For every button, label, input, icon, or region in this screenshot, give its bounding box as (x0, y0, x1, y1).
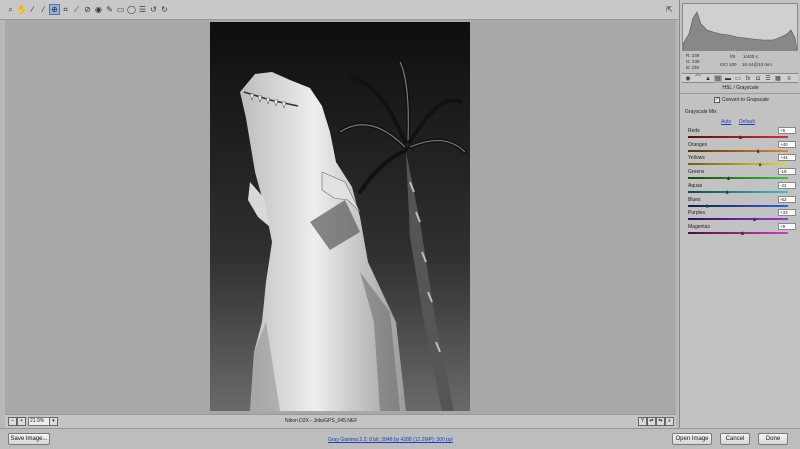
slider-value-field[interactable]: +9 (778, 222, 796, 230)
slider-label: Purples (688, 210, 705, 217)
adjustment-brush-icon[interactable]: ✎ (104, 4, 115, 15)
effects-tab-icon[interactable]: fx (744, 75, 752, 83)
graduated-filter-icon[interactable]: ▭ (115, 4, 126, 15)
zoom-level[interactable]: 21.9% (28, 417, 50, 426)
color-sampler-icon[interactable]: ⁄ (38, 4, 49, 15)
panel-tabs: ◉ ⌒ ▲ ▤ ▬ ▭ fx ◘ ☰ ▦ ≡ (682, 73, 798, 83)
workflow-options-link[interactable]: Gray Gamma 2.2; 8 bit; 2848 by 4288 (12.… (328, 437, 453, 443)
lens-value: 10-24@10 mm (742, 62, 772, 67)
slider-label: Reds (688, 128, 700, 134)
photo-trex-palm (210, 22, 470, 411)
before-after-button[interactable]: Y (638, 417, 647, 426)
slider-magentas: Magentas +9 (688, 222, 796, 238)
slider-label: Oranges (688, 141, 708, 148)
histogram-graph (682, 11, 798, 51)
straighten-icon[interactable]: ⟋ (71, 4, 82, 15)
lens-corrections-tab-icon[interactable]: ▭ (734, 75, 742, 83)
toggle-settings-button[interactable]: ≡ (665, 417, 674, 426)
swap-settings-button[interactable]: ⇄ (647, 417, 656, 426)
slider-label: Aquas (688, 182, 703, 189)
slider-track[interactable] (688, 231, 788, 234)
slider-value-field[interactable]: -22 (778, 181, 796, 189)
aperture-value: f/8 (730, 54, 736, 59)
basic-tab-icon[interactable]: ◉ (684, 75, 692, 83)
section-title: HSL / Grayscale (680, 85, 800, 94)
zoom-icon[interactable]: ⌕ (5, 4, 16, 15)
crop-icon[interactable]: ⌗ (60, 4, 71, 15)
white-balance-icon[interactable]: ⁄ (27, 4, 38, 15)
chevron-down-icon[interactable]: ▾ (49, 417, 58, 426)
rotate-right-icon[interactable]: ↻ (159, 4, 170, 15)
rotate-left-icon[interactable]: ↺ (148, 4, 159, 15)
presets-tab-icon[interactable]: ☰ (764, 75, 772, 83)
preview-status-bar: – + 21.9% ▾ Nikon D2X - JoboGPS_045.NEF … (5, 414, 676, 428)
adjustment-panel: R: 239 G: 239 B: 239 f/8 1/400 s ISO 100… (679, 0, 800, 428)
spot-removal-icon[interactable]: ⊘ (82, 4, 93, 15)
iso-value: ISO 100 (720, 62, 737, 67)
default-link[interactable]: Default (739, 119, 755, 125)
snapshots-tab-icon[interactable]: ▦ (774, 75, 782, 83)
tone-curve-tab-icon[interactable]: ⌒ (694, 75, 702, 83)
slider-value-field[interactable]: -62 (778, 195, 796, 203)
red-eye-icon[interactable]: ◉ (93, 4, 104, 15)
panel-menu-icon[interactable]: ≡ (785, 75, 793, 83)
b-readout: B: 239 (686, 65, 700, 70)
slider-track[interactable] (688, 218, 788, 221)
slider-value-field[interactable]: +5 (778, 127, 796, 134)
preview-area[interactable] (5, 20, 676, 414)
preferences-icon[interactable]: ☰ (137, 4, 148, 15)
copy-settings-button[interactable]: ⇆ (656, 417, 665, 426)
slider-track[interactable] (688, 204, 788, 207)
shutter-value: 1/400 s (743, 54, 758, 59)
slider-track[interactable] (688, 177, 788, 180)
slider-value-field[interactable]: -19 (778, 168, 796, 176)
slider-value-field[interactable]: +44 (778, 154, 796, 162)
bottom-bar: Save Image... Gray Gamma 2.2; 8 bit; 284… (0, 428, 800, 449)
cancel-button[interactable]: Cancel (720, 433, 750, 445)
hand-icon[interactable]: ✋ (16, 4, 27, 15)
slider-value-field[interactable]: +33 (778, 209, 796, 217)
slider-track[interactable] (688, 163, 788, 166)
slider-value-field[interactable]: +40 (778, 140, 796, 148)
zoom-out-button[interactable]: – (8, 417, 17, 426)
histogram (682, 3, 798, 51)
zoom-in-button[interactable]: + (17, 417, 26, 426)
slider-label: Greens (688, 169, 705, 176)
split-toning-tab-icon[interactable]: ▬ (724, 75, 732, 83)
radial-filter-icon[interactable]: ◯ (126, 4, 137, 15)
camera-calibration-tab-icon[interactable]: ◘ (754, 75, 762, 83)
done-button[interactable]: Done (758, 433, 788, 445)
auto-link[interactable]: Auto (721, 119, 731, 125)
image-preview (210, 22, 470, 411)
save-image-button[interactable]: Save Image... (8, 433, 50, 445)
slider-label: Magentas (688, 223, 710, 230)
slider-track[interactable] (688, 149, 788, 152)
detail-tab-icon[interactable]: ▲ (704, 75, 712, 83)
slider-track[interactable] (688, 136, 788, 138)
filename-label: Nikon D2X - JoboGPS_045.NEF (285, 418, 358, 424)
fullscreen-icon[interactable]: ⇱ (664, 4, 675, 15)
slider-track[interactable] (688, 190, 788, 193)
grayscale-mix-label: Grayscale Mix (685, 109, 717, 115)
open-image-button[interactable]: Open Image (672, 433, 712, 445)
slider-label: Yellows (688, 155, 705, 162)
hsl-tab-icon[interactable]: ▤ (714, 75, 722, 83)
slider-label: Blues (688, 196, 701, 203)
targeted-adjustment-icon[interactable]: ⊕ (49, 4, 60, 15)
convert-grayscale-label: Convert to Grayscale (722, 97, 769, 103)
convert-grayscale-checkbox[interactable]: ✓ (714, 97, 720, 103)
